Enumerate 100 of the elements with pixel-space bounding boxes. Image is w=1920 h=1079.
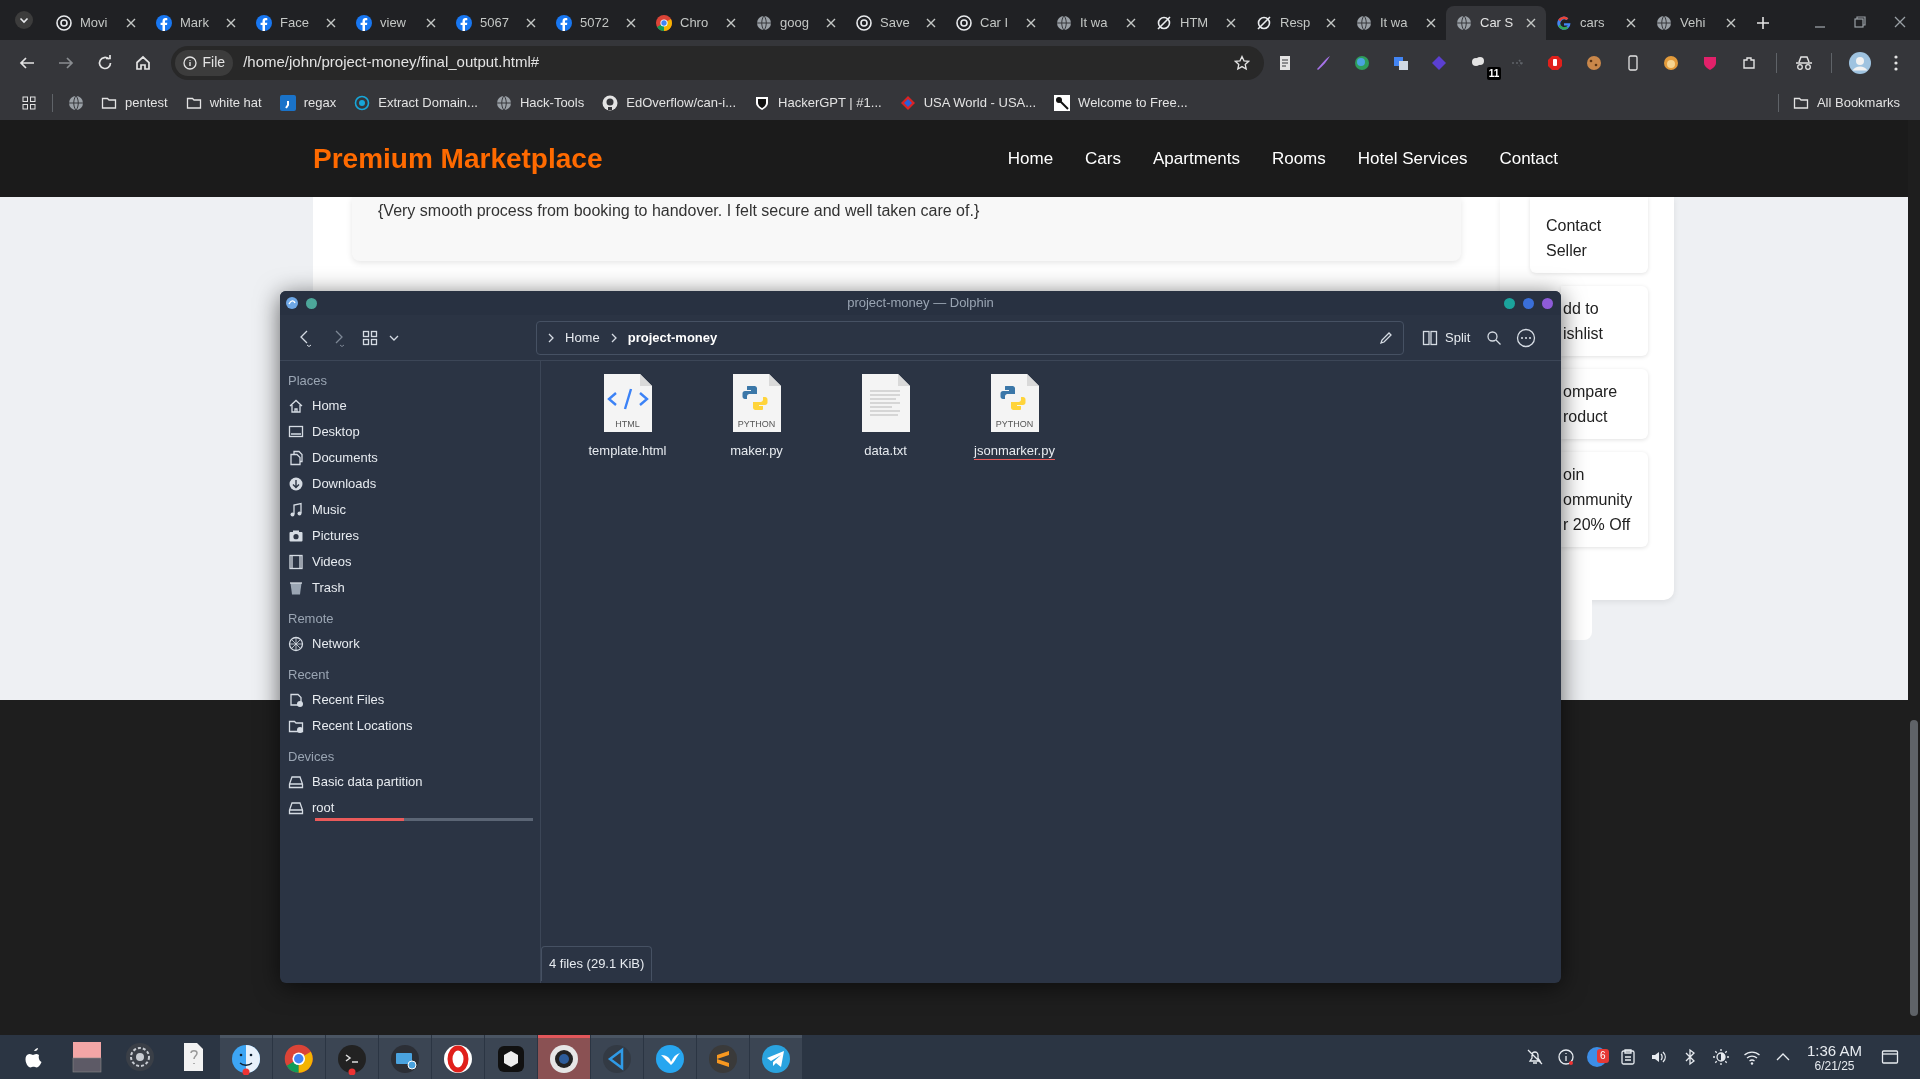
close-icon[interactable] bbox=[226, 18, 236, 28]
reload-icon[interactable] bbox=[96, 54, 113, 71]
action-card[interactable]: Contact Seller bbox=[1530, 197, 1648, 273]
nav-link[interactable]: Cars bbox=[1085, 145, 1121, 172]
more-menu-icon[interactable] bbox=[1516, 327, 1537, 348]
taskbar-app[interactable] bbox=[485, 1035, 537, 1079]
home-icon[interactable] bbox=[135, 54, 152, 71]
info-icon[interactable] bbox=[1557, 1048, 1576, 1066]
close-icon[interactable] bbox=[626, 18, 636, 28]
bookmark[interactable]: USA World - USA... bbox=[891, 88, 1045, 117]
places-item[interactable]: Documents bbox=[288, 445, 536, 471]
browser-tab[interactable]: Car S bbox=[1446, 6, 1546, 40]
bookmark[interactable]: HackerGPT | #1... bbox=[746, 88, 890, 117]
maximize-button-icon[interactable] bbox=[1523, 297, 1534, 309]
close-icon[interactable] bbox=[1026, 18, 1036, 28]
apps-grid-icon[interactable] bbox=[22, 95, 36, 110]
browser-tab[interactable]: Mark bbox=[146, 6, 246, 40]
places-item[interactable]: Network bbox=[288, 631, 536, 657]
extension-icon[interactable] bbox=[1663, 54, 1680, 71]
breadcrumb-item[interactable]: Home bbox=[565, 327, 600, 348]
close-icon[interactable] bbox=[1426, 18, 1436, 28]
nav-link[interactable]: Home bbox=[1007, 145, 1054, 172]
close-icon[interactable] bbox=[1726, 18, 1736, 28]
close-icon[interactable] bbox=[1526, 18, 1536, 28]
taskbar-app[interactable] bbox=[538, 1035, 590, 1079]
close-icon[interactable] bbox=[1226, 18, 1236, 28]
breadcrumb-bar[interactable]: Home project-money bbox=[536, 320, 1404, 355]
bookmark[interactable]: pentest bbox=[93, 88, 176, 117]
places-item[interactable]: root bbox=[288, 795, 536, 821]
extension-icon[interactable] bbox=[1547, 54, 1564, 71]
address-bar[interactable]: File /home/john/project-money/final_output.html# bbox=[170, 45, 1264, 80]
wifi-icon[interactable] bbox=[1743, 1048, 1762, 1066]
browser-tab[interactable]: Resp bbox=[1246, 6, 1346, 40]
places-item[interactable]: Recent Locations bbox=[288, 713, 536, 739]
taskbar-app[interactable] bbox=[644, 1035, 696, 1079]
bookmark-star-icon[interactable] bbox=[1233, 54, 1250, 71]
clipboard-icon[interactable] bbox=[1619, 1048, 1638, 1066]
brightness-icon[interactable] bbox=[1712, 1048, 1731, 1066]
browser-tab[interactable]: Movi bbox=[46, 6, 146, 40]
split-button[interactable]: Split bbox=[1416, 322, 1477, 353]
back-icon[interactable] bbox=[19, 54, 36, 71]
close-button-icon[interactable] bbox=[1542, 297, 1553, 309]
site-logo[interactable]: Premium Marketplace bbox=[313, 137, 603, 180]
browser-tab[interactable]: 5072 bbox=[546, 6, 646, 40]
close-icon[interactable] bbox=[126, 18, 136, 28]
browser-tab[interactable]: Face bbox=[246, 6, 346, 40]
nav-link[interactable]: Rooms bbox=[1271, 145, 1326, 172]
browser-tab[interactable]: cars bbox=[1546, 6, 1646, 40]
globe-icon[interactable] bbox=[68, 94, 84, 111]
notifications-off-icon[interactable] bbox=[1526, 1048, 1545, 1066]
taskbar-app[interactable] bbox=[432, 1035, 484, 1079]
menu-icon[interactable] bbox=[1893, 54, 1898, 71]
keep-above-icon[interactable] bbox=[306, 297, 317, 309]
close-icon[interactable] bbox=[826, 18, 836, 28]
nav-link[interactable]: Hotel Services bbox=[1357, 145, 1468, 172]
taskbar-app[interactable] bbox=[220, 1035, 272, 1079]
show-desktop-icon[interactable] bbox=[1881, 1049, 1899, 1065]
places-item[interactable]: Downloads bbox=[288, 471, 536, 497]
file-item[interactable]: HTML template.html bbox=[563, 373, 692, 461]
browser-tab[interactable]: Chro bbox=[646, 6, 746, 40]
places-item[interactable]: Desktop bbox=[288, 419, 536, 445]
places-item[interactable]: Pictures bbox=[288, 523, 536, 549]
bookmark[interactable]: regax bbox=[271, 88, 345, 117]
nav-link[interactable]: Contact bbox=[1499, 145, 1558, 172]
icon-view-icon[interactable] bbox=[362, 329, 378, 346]
places-item[interactable]: Music bbox=[288, 497, 536, 523]
close-icon[interactable] bbox=[1626, 18, 1636, 28]
restore-icon[interactable] bbox=[1854, 16, 1866, 28]
places-item[interactable]: Trash bbox=[288, 575, 536, 601]
taskbar-app[interactable] bbox=[273, 1035, 325, 1079]
bookmark[interactable]: Welcome to Free... bbox=[1046, 88, 1196, 117]
breadcrumb-item[interactable]: project-money bbox=[627, 327, 718, 348]
all-bookmarks-button[interactable]: All Bookmarks bbox=[1786, 88, 1906, 117]
close-icon[interactable] bbox=[1326, 18, 1336, 28]
action-card[interactable]: dd to ishlist bbox=[1561, 286, 1648, 356]
places-item[interactable]: Home bbox=[288, 393, 536, 419]
action-card[interactable]: oin ommunity r 20% Off bbox=[1561, 452, 1648, 547]
nav-link[interactable]: Apartments bbox=[1153, 145, 1240, 172]
clock[interactable]: 1:36 AM 6/21/25 bbox=[1798, 1042, 1870, 1072]
profile-avatar-icon[interactable] bbox=[1848, 51, 1871, 74]
browser-tab[interactable]: view bbox=[346, 6, 446, 40]
action-card[interactable]: ompare roduct bbox=[1561, 369, 1648, 439]
file-item[interactable]: PYTHON maker.py bbox=[692, 373, 821, 461]
browser-tab[interactable]: HTM bbox=[1146, 6, 1246, 40]
extension-icon[interactable] bbox=[1740, 54, 1757, 71]
close-icon[interactable] bbox=[1894, 16, 1906, 28]
minimize-button-icon[interactable] bbox=[1504, 297, 1515, 309]
browser-tab[interactable]: It wa bbox=[1346, 6, 1446, 40]
edit-pencil-icon[interactable] bbox=[1379, 330, 1393, 345]
browser-tab[interactable]: Vehi bbox=[1646, 6, 1746, 40]
close-icon[interactable] bbox=[926, 18, 936, 28]
incognito-icon[interactable] bbox=[1795, 54, 1814, 71]
forward-icon[interactable] bbox=[57, 54, 74, 71]
places-item[interactable]: Recent Files bbox=[288, 687, 536, 713]
scrollbar-thumb[interactable] bbox=[1910, 720, 1918, 1016]
close-icon[interactable] bbox=[426, 18, 436, 28]
taskbar-app[interactable] bbox=[750, 1035, 802, 1079]
new-tab-icon[interactable] bbox=[1756, 16, 1770, 30]
tab-search-caret-icon[interactable] bbox=[15, 11, 33, 29]
close-icon[interactable] bbox=[726, 18, 736, 28]
